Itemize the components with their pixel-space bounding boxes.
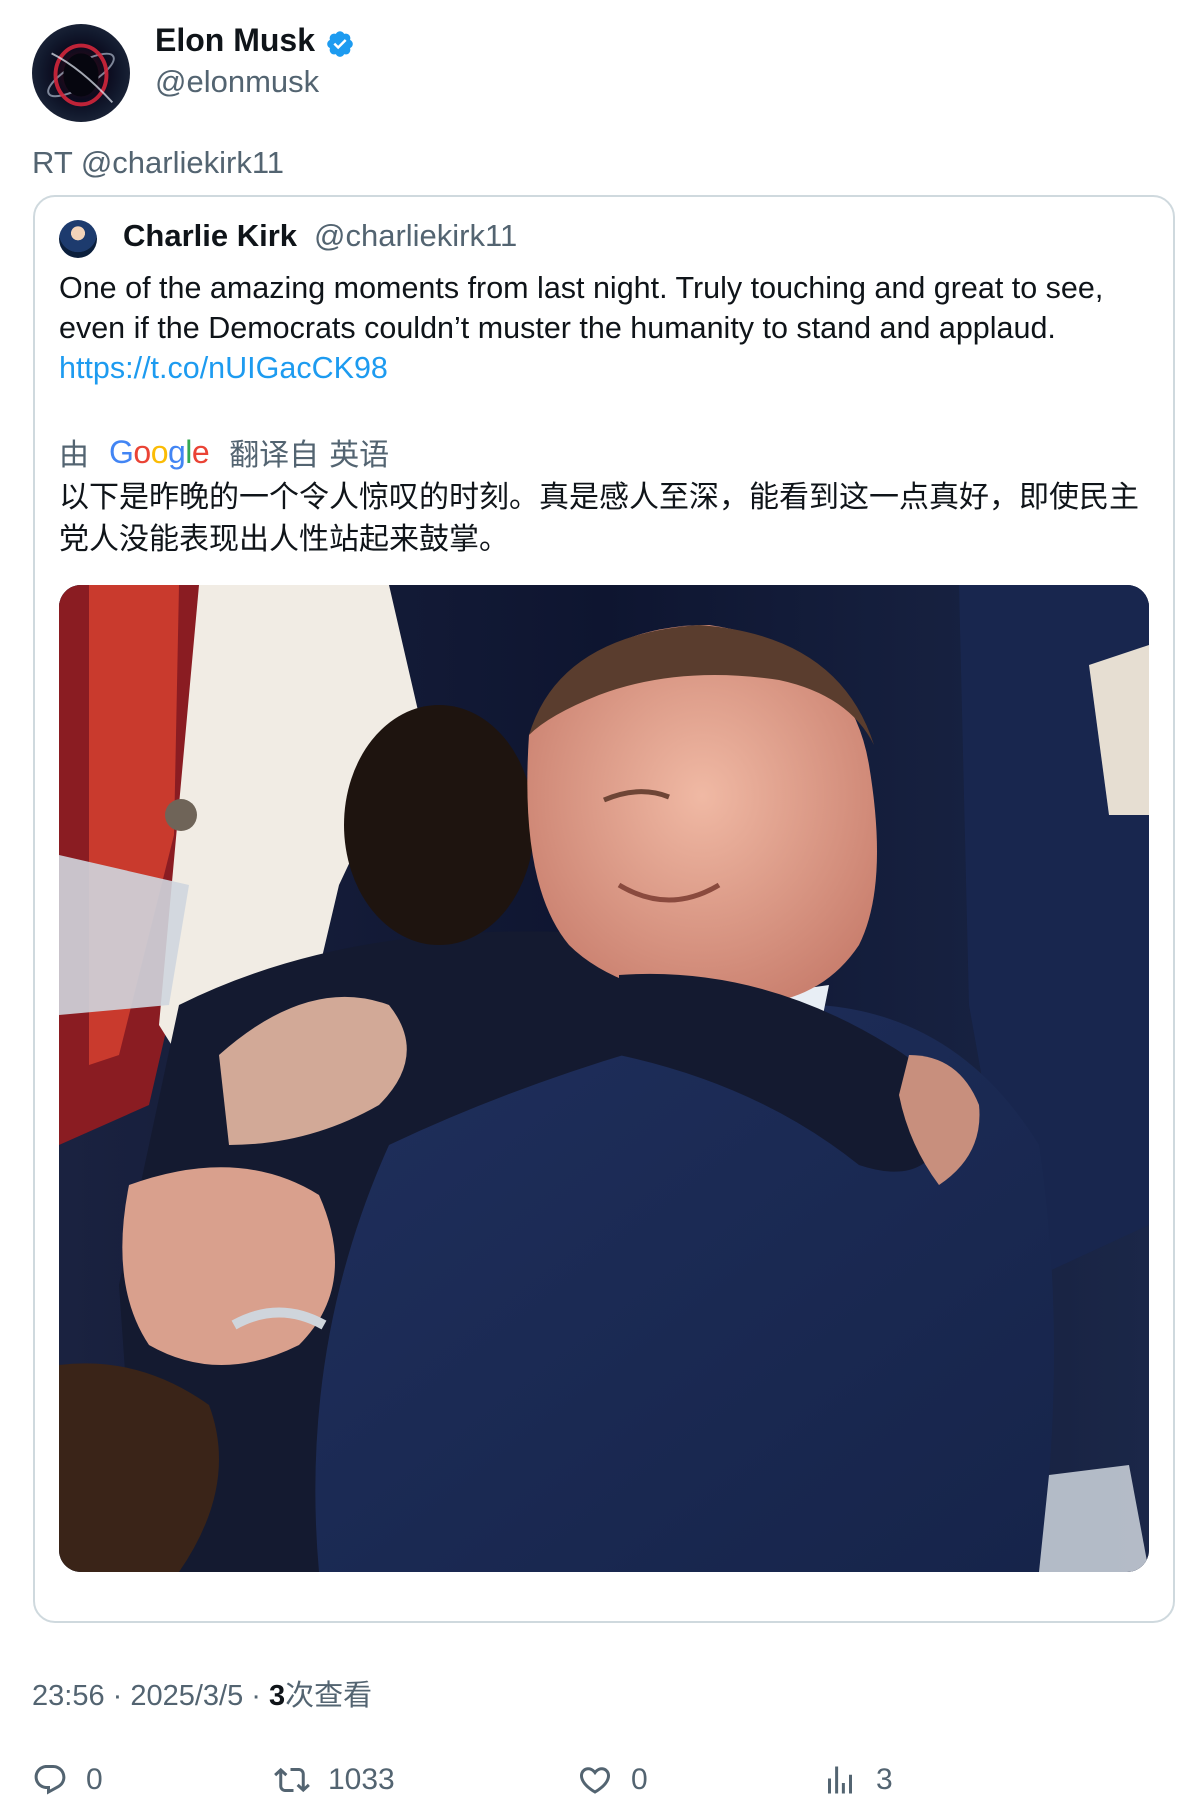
verified-badge-icon <box>327 31 353 57</box>
like-button[interactable]: 0 <box>577 1760 648 1800</box>
translation-by-label: 由 <box>59 439 89 472</box>
views-count: 3 <box>876 1763 893 1796</box>
reply-button[interactable]: 0 <box>32 1760 103 1800</box>
translated-tweet-text: 以下是昨晚的一个令人惊叹的时刻。真是感人至深，能看到这一点真好，即使民主党人没能… <box>59 481 1139 556</box>
translation-from-label: 翻译自 <box>229 439 320 472</box>
reply-count: 0 <box>86 1763 103 1796</box>
reply-icon <box>34 1765 66 1795</box>
like-count: 0 <box>631 1763 648 1796</box>
retweet-button[interactable]: 1033 <box>274 1760 395 1800</box>
retweet-icon <box>274 1767 310 1793</box>
media-still-image <box>59 585 1149 1572</box>
tweet-time[interactable]: 23:56 <box>32 1680 105 1712</box>
quoted-tweet-link[interactable]: https://t.co/nUIGacCK98 <box>59 351 388 385</box>
author-handle[interactable]: @elonmusk <box>155 64 319 100</box>
heart-icon <box>579 1767 611 1794</box>
translation-source-language: 英语 <box>329 439 390 472</box>
retweet-count: 1033 <box>328 1763 395 1796</box>
quoted-tweet-text: One of the amazing moments from last nig… <box>59 268 1149 388</box>
author-avatar-image <box>47 43 115 107</box>
author-avatar[interactable] <box>32 24 130 122</box>
tweet-date[interactable]: 2025/3/5 <box>130 1680 243 1712</box>
translation-attribution: 由 Google 翻译自 英语 <box>59 432 390 473</box>
tweet-action-bar: 0 1033 0 3 <box>32 1760 1172 1800</box>
analytics-icon <box>828 1766 852 1794</box>
quoted-tweet-body: One of the amazing moments from last nig… <box>59 271 1104 345</box>
tweet-media-video[interactable] <box>59 585 1149 1572</box>
tweet-view-count: 3 <box>269 1680 286 1712</box>
tweet-view-label: 次查看 <box>285 1680 373 1712</box>
quoted-author-name[interactable]: Charlie Kirk <box>123 218 297 254</box>
quoted-author-handle[interactable]: @charliekirk11 <box>314 218 517 254</box>
quoted-author-avatar[interactable] <box>59 220 97 258</box>
tweet-timestamp: 23:56 · 2025/3/5 · 3次查看 <box>32 1680 373 1712</box>
retweet-label: RT @charliekirk11 <box>32 145 284 180</box>
google-logo: Google <box>109 433 210 470</box>
views-button[interactable]: 3 <box>822 1760 893 1800</box>
author-name[interactable]: Elon Musk <box>155 22 315 59</box>
